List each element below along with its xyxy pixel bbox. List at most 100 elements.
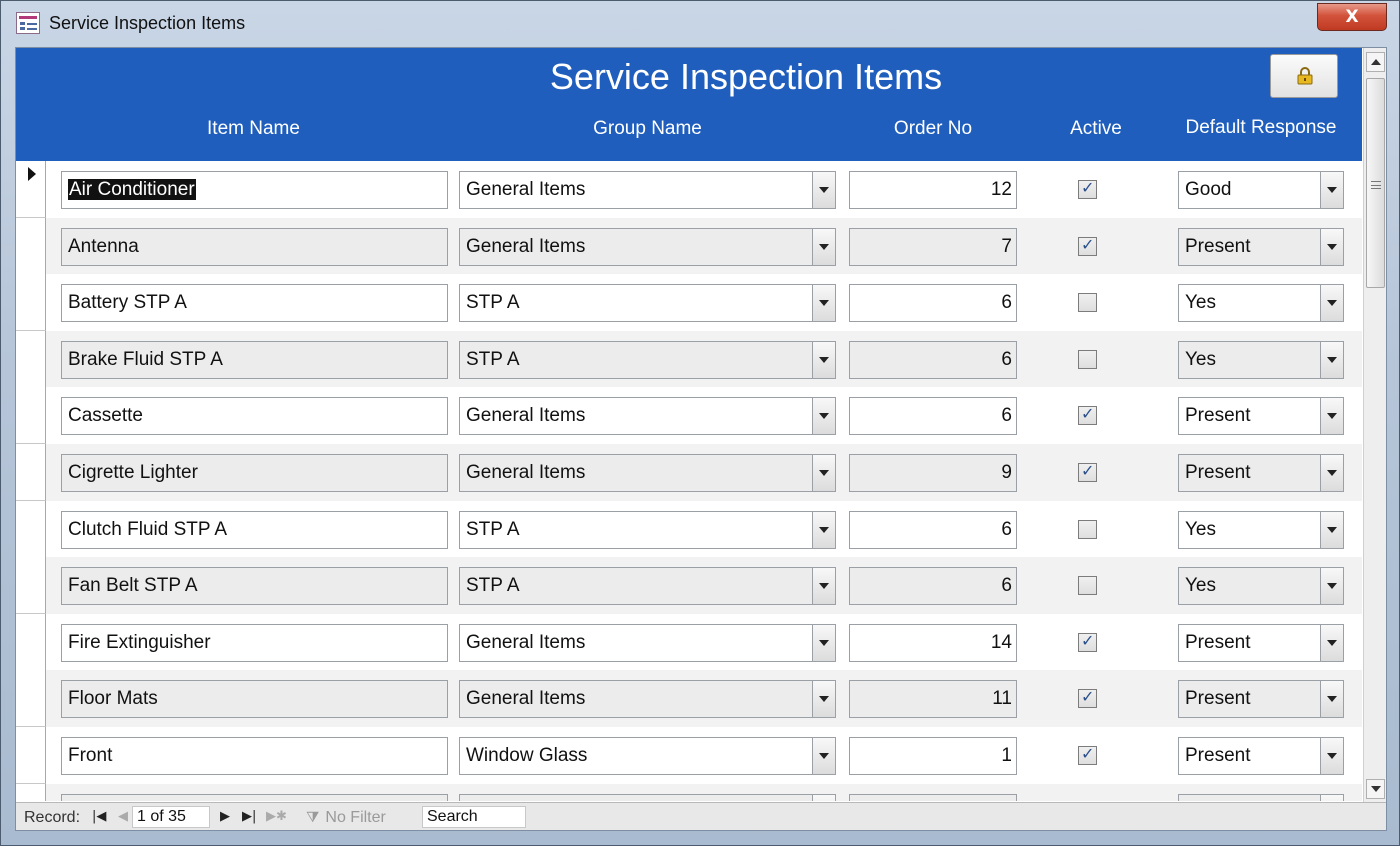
group-name-combo[interactable]: Window Glass <box>459 737 836 775</box>
order-no-field[interactable]: 7 <box>849 228 1017 266</box>
default-response-combo[interactable] <box>1178 794 1344 801</box>
chevron-down-icon[interactable] <box>812 455 835 491</box>
default-response-combo[interactable]: Present <box>1178 680 1344 718</box>
chevron-down-icon[interactable] <box>812 625 835 661</box>
chevron-down-icon[interactable] <box>812 398 835 434</box>
record-selector[interactable] <box>16 614 46 671</box>
close-button[interactable]: X <box>1317 3 1387 31</box>
order-no-field[interactable] <box>849 794 1017 801</box>
search-input[interactable]: Search <box>422 806 526 828</box>
chevron-down-icon[interactable] <box>812 795 835 801</box>
record-selector[interactable] <box>16 161 46 218</box>
item-name-field[interactable]: Floor Mats <box>61 680 448 718</box>
scroll-down-button[interactable] <box>1366 779 1385 799</box>
item-name-field[interactable]: Brake Fluid STP A <box>61 341 448 379</box>
default-response-combo[interactable]: Present <box>1178 228 1344 266</box>
group-name-combo[interactable]: General Items <box>459 171 836 209</box>
chevron-down-icon[interactable] <box>1320 568 1343 604</box>
record-selector[interactable] <box>16 670 46 727</box>
record-selector[interactable] <box>16 218 46 275</box>
record-selector[interactable] <box>16 274 46 331</box>
order-no-field[interactable]: 6 <box>849 341 1017 379</box>
order-no-field[interactable]: 11 <box>849 680 1017 718</box>
chevron-down-icon[interactable] <box>812 681 835 717</box>
default-response-combo[interactable]: Yes <box>1178 341 1344 379</box>
group-name-combo[interactable]: STP A <box>459 341 836 379</box>
group-name-combo[interactable]: STP A <box>459 567 836 605</box>
chevron-down-icon[interactable] <box>812 229 835 265</box>
chevron-down-icon[interactable] <box>1320 229 1343 265</box>
default-response-combo[interactable]: Present <box>1178 397 1344 435</box>
item-name-field[interactable]: Front <box>61 737 448 775</box>
active-checkbox[interactable] <box>1078 235 1097 256</box>
chevron-down-icon[interactable] <box>1320 795 1343 801</box>
item-name-field[interactable]: Fire Extinguisher <box>61 624 448 662</box>
order-no-field[interactable]: 12 <box>849 171 1017 209</box>
record-selector[interactable] <box>16 784 46 801</box>
active-checkbox[interactable] <box>1078 520 1097 539</box>
group-name-combo[interactable]: General Items <box>459 228 836 266</box>
group-name-combo[interactable]: General Items <box>459 680 836 718</box>
chevron-down-icon[interactable] <box>1320 172 1343 208</box>
chevron-down-icon[interactable] <box>1320 625 1343 661</box>
record-selector[interactable] <box>16 557 46 614</box>
chevron-down-icon[interactable] <box>1320 455 1343 491</box>
record-selector[interactable] <box>16 387 46 444</box>
chevron-down-icon[interactable] <box>812 172 835 208</box>
active-checkbox[interactable] <box>1078 461 1097 482</box>
active-checkbox[interactable] <box>1078 744 1097 765</box>
default-response-combo[interactable]: Yes <box>1178 511 1344 549</box>
item-name-field[interactable]: Air Conditioner <box>61 171 448 209</box>
previous-record-icon[interactable]: ◀ <box>118 809 128 824</box>
record-selector[interactable] <box>16 331 46 388</box>
chevron-down-icon[interactable] <box>1320 398 1343 434</box>
default-response-combo[interactable]: Present <box>1178 624 1344 662</box>
next-record-icon[interactable]: ▶ <box>220 809 230 824</box>
item-name-field[interactable]: Fan Belt STP A <box>61 567 448 605</box>
group-name-combo[interactable]: STP A <box>459 511 836 549</box>
active-checkbox[interactable] <box>1078 576 1097 595</box>
item-name-field[interactable]: Clutch Fluid STP A <box>61 511 448 549</box>
chevron-down-icon[interactable] <box>812 738 835 774</box>
record-position-input[interactable]: 1 of 35 <box>132 806 210 828</box>
item-name-field[interactable]: Battery STP A <box>61 284 448 322</box>
active-checkbox[interactable] <box>1078 631 1097 652</box>
order-no-field[interactable]: 6 <box>849 567 1017 605</box>
order-no-field[interactable]: 1 <box>849 737 1017 775</box>
group-name-combo[interactable]: STP A <box>459 284 836 322</box>
chevron-down-icon[interactable] <box>1320 342 1343 378</box>
vertical-scrollbar[interactable] <box>1363 48 1386 802</box>
lock-button[interactable] <box>1270 54 1338 98</box>
chevron-down-icon[interactable] <box>812 342 835 378</box>
active-checkbox[interactable] <box>1078 350 1097 369</box>
new-record-icon[interactable]: ▶✱ <box>266 809 287 824</box>
chevron-down-icon[interactable] <box>1320 285 1343 321</box>
group-name-combo[interactable]: General Items <box>459 624 836 662</box>
scroll-up-button[interactable] <box>1366 52 1385 72</box>
group-name-combo[interactable] <box>459 794 836 801</box>
item-name-field[interactable]: Antenna <box>61 228 448 266</box>
order-no-field[interactable]: 6 <box>849 284 1017 322</box>
item-name-field[interactable]: Cassette <box>61 397 448 435</box>
active-checkbox[interactable] <box>1078 687 1097 708</box>
active-checkbox[interactable] <box>1078 293 1097 312</box>
group-name-combo[interactable]: General Items <box>459 397 836 435</box>
order-no-field[interactable]: 6 <box>849 397 1017 435</box>
order-no-field[interactable]: 9 <box>849 454 1017 492</box>
last-record-icon[interactable]: ▶| <box>242 809 256 824</box>
active-checkbox[interactable] <box>1078 404 1097 425</box>
first-record-icon[interactable]: |◀ <box>92 809 106 824</box>
item-name-field[interactable]: Cigrette Lighter <box>61 454 448 492</box>
default-response-combo[interactable]: Present <box>1178 454 1344 492</box>
default-response-combo[interactable]: Yes <box>1178 284 1344 322</box>
group-name-combo[interactable]: General Items <box>459 454 836 492</box>
scroll-thumb[interactable] <box>1366 78 1385 288</box>
order-no-field[interactable]: 6 <box>849 511 1017 549</box>
filter-toggle[interactable]: ⧩ No Filter <box>306 808 386 827</box>
default-response-combo[interactable]: Present <box>1178 737 1344 775</box>
record-selector[interactable] <box>16 501 46 558</box>
chevron-down-icon[interactable] <box>1320 681 1343 717</box>
chevron-down-icon[interactable] <box>812 512 835 548</box>
item-name-field[interactable] <box>61 794 448 801</box>
default-response-combo[interactable]: Yes <box>1178 567 1344 605</box>
